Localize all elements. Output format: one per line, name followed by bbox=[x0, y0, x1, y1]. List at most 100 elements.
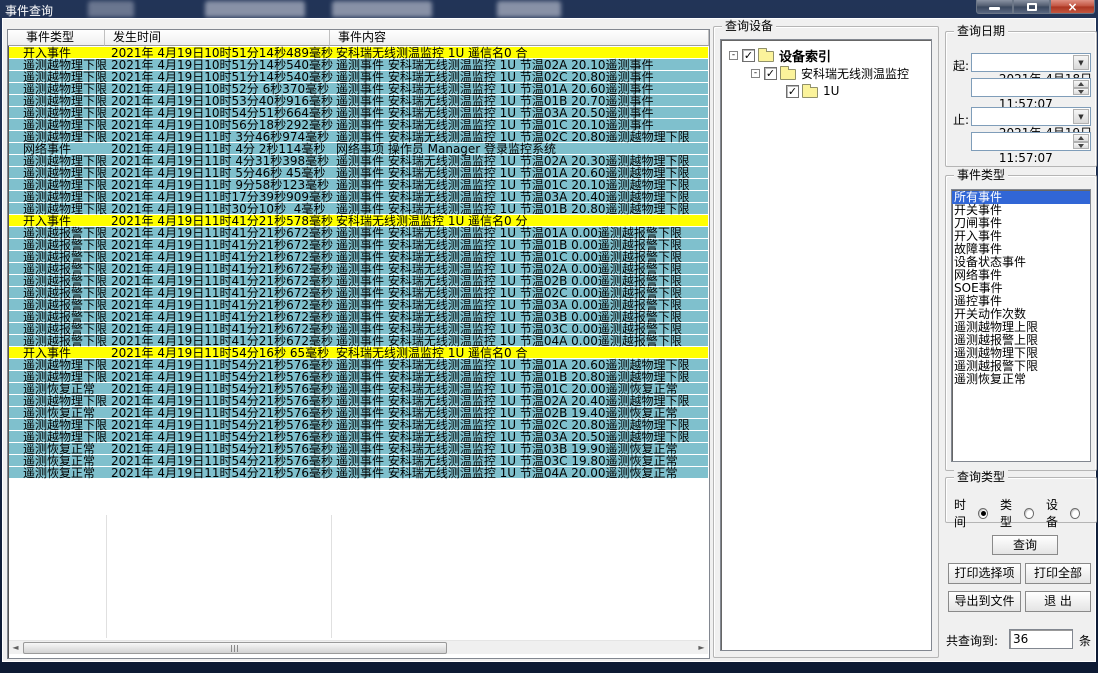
event-table-body: 开入事件 2021年 4月19日10时51分14秒489毫秒安科瑞无线测温监控 1… bbox=[9, 47, 708, 479]
query-type-panel-title: 查询类型 bbox=[954, 470, 1008, 484]
radio-label: 类型 bbox=[1000, 496, 1022, 530]
cell-event-time: 2021年 4月19日11时54分21秒576毫秒 bbox=[106, 443, 331, 454]
cell-event-type: 遥测越物理下限 bbox=[9, 179, 106, 190]
cell-event-time: 2021年 4月19日10时51分14秒489毫秒 bbox=[106, 47, 331, 58]
radio-label: 时间 bbox=[954, 496, 976, 530]
cell-event-type: 遥测越报警下限 bbox=[9, 275, 106, 286]
column-header-event-content[interactable]: 事件内容 bbox=[330, 30, 709, 46]
cell-event-content: 遥测事件 安科瑞无线测温监控 1U 节温01B 0.00遥测越报警下限 bbox=[331, 239, 708, 250]
titlebar-tab-blurred[interactable] bbox=[88, 1, 134, 17]
event-query-window: { "window": { "title": "事件查询" }, "icons"… bbox=[0, 0, 1098, 673]
cell-event-time: 2021年 4月19日11时 3分46秒974毫秒 bbox=[106, 131, 331, 142]
query-type-option[interactable]: 类型 bbox=[1000, 496, 1034, 530]
spin-up-icon[interactable] bbox=[1073, 80, 1089, 88]
radio-label: 设备 bbox=[1046, 496, 1068, 530]
scroll-left-icon[interactable]: ◄ bbox=[9, 641, 22, 655]
cell-event-time: 2021年 4月19日11时41分21秒672毫秒 bbox=[106, 287, 331, 298]
cell-event-content: 遥测事件 安科瑞无线测温监控 1U 节温04A 0.00遥测越报警下限 bbox=[331, 335, 708, 346]
cell-event-type: 遥测越物理下限 bbox=[9, 359, 106, 370]
cell-event-type: 开入事件 bbox=[9, 215, 106, 226]
cell-event-type: 遥测越报警下限 bbox=[9, 287, 106, 298]
radio-button[interactable] bbox=[1070, 508, 1080, 519]
cell-event-type: 遥测越报警下限 bbox=[9, 323, 106, 334]
cell-event-time: 2021年 4月19日11时41分21秒672毫秒 bbox=[106, 335, 331, 346]
cell-event-type: 遥测越物理下限 bbox=[9, 95, 106, 106]
table-row[interactable]: 遥测恢复正常2021年 4月19日11时54分21秒576毫秒遥测事件 安科瑞无… bbox=[9, 467, 708, 479]
cell-event-time: 2021年 4月19日10时53分40秒916毫秒 bbox=[106, 95, 331, 106]
column-header-event-time[interactable]: 发生时间 bbox=[105, 30, 330, 46]
tree-item[interactable]: -✓1U bbox=[721, 82, 931, 100]
cell-event-content: 安科瑞无线测温监控 1U 遥信名0 分 bbox=[331, 215, 708, 226]
tree-item-label: 设备索引 bbox=[779, 46, 831, 65]
cell-event-content: 遥测事件 安科瑞无线测温监控 1U 节温01C 20.10遥测越物理下限 bbox=[331, 179, 708, 190]
cell-event-type: 遥测越物理下限 bbox=[9, 59, 106, 70]
tree-item-label: 1U bbox=[823, 84, 839, 98]
event-type-panel: 事件类型 所有事件开关事件刀闸事件开入事件故障事件设备状态事件网络事件SOE事件… bbox=[945, 175, 1097, 471]
tree-item[interactable]: -✓安科瑞无线测温监控 bbox=[721, 64, 931, 82]
minimize-button[interactable] bbox=[976, 0, 1013, 14]
query-type-panel: 查询类型 时间类型设备 bbox=[945, 477, 1097, 523]
export-button[interactable]: 导出到文件 bbox=[948, 591, 1021, 612]
cell-event-content: 网络事项 操作员 Manager 登录监控系统 bbox=[331, 143, 708, 154]
maximize-icon bbox=[1027, 3, 1037, 11]
horizontal-scrollbar[interactable]: ◄ ► bbox=[9, 640, 708, 654]
column-gridline bbox=[106, 515, 107, 638]
maximize-button[interactable] bbox=[1013, 0, 1050, 14]
cell-event-content: 遥测事件 安科瑞无线测温监控 1U 节温02A 0.00遥测越报警下限 bbox=[331, 263, 708, 274]
cell-event-content: 遥测事件 安科瑞无线测温监控 1U 节温03A 20.50遥测事件 bbox=[331, 107, 708, 118]
query-type-option[interactable]: 时间 bbox=[954, 496, 988, 530]
chevron-down-icon[interactable]: ▼ bbox=[1073, 55, 1089, 70]
cell-event-content: 遥测事件 安科瑞无线测温监控 1U 节温03C 19.80遥测恢复正常 bbox=[331, 455, 708, 466]
print-selected-button[interactable]: 打印选择项 bbox=[948, 563, 1021, 584]
spin-up-icon[interactable] bbox=[1073, 134, 1089, 142]
to-date-picker[interactable]: 2021年 4月19日 ▼ bbox=[971, 107, 1091, 126]
chevron-down-icon[interactable]: ▼ bbox=[1073, 109, 1089, 124]
tree-checkbox[interactable]: ✓ bbox=[786, 85, 799, 98]
scrollbar-thumb[interactable] bbox=[23, 642, 447, 654]
to-time-spinner[interactable]: 11:57:07 bbox=[971, 132, 1091, 151]
radio-button[interactable] bbox=[978, 508, 988, 519]
cell-event-type: 遥测越物理下限 bbox=[9, 191, 106, 202]
close-button[interactable]: × bbox=[1050, 0, 1095, 14]
cell-event-type: 遥测越物理下限 bbox=[9, 131, 106, 142]
from-date-picker[interactable]: 2021年 4月18日 ▼ bbox=[971, 53, 1091, 72]
tree-collapse-icon[interactable]: - bbox=[751, 69, 760, 78]
exit-button[interactable]: 退 出 bbox=[1025, 591, 1091, 612]
print-all-button[interactable]: 打印全部 bbox=[1025, 563, 1091, 584]
tree-checkbox[interactable]: ✓ bbox=[742, 49, 755, 62]
cell-event-time: 2021年 4月19日11时 9分58秒123毫秒 bbox=[106, 179, 331, 190]
scroll-right-icon[interactable]: ► bbox=[695, 641, 708, 655]
cell-event-time: 2021年 4月19日11时41分21秒672毫秒 bbox=[106, 239, 331, 250]
date-panel: 查询日期 起: 2021年 4月18日 ▼ 11:57:07 止: 2021年 … bbox=[945, 31, 1097, 167]
result-count-field[interactable]: 36 bbox=[1009, 629, 1073, 649]
from-time-spinner[interactable]: 11:57:07 bbox=[971, 78, 1091, 97]
query-type-option[interactable]: 设备 bbox=[1046, 496, 1080, 530]
cell-event-content: 遥测事件 安科瑞无线测温监控 1U 节温02C 20.80遥测越物理下限 bbox=[331, 419, 708, 430]
cell-event-type: 遥测越物理下限 bbox=[9, 155, 106, 166]
tree-collapse-icon[interactable]: - bbox=[729, 51, 738, 60]
titlebar-tab-blurred[interactable] bbox=[332, 1, 432, 17]
tree-checkbox[interactable]: ✓ bbox=[764, 67, 777, 80]
cell-event-time: 2021年 4月19日11时41分21秒672毫秒 bbox=[106, 299, 331, 310]
event-table-header: 事件类型 发生时间 事件内容 bbox=[8, 30, 709, 46]
tree-item[interactable]: -✓ 设备索引 bbox=[721, 46, 931, 64]
event-type-list-item[interactable]: 遥测恢复正常 bbox=[952, 373, 1090, 386]
cell-event-type: 遥测恢复正常 bbox=[9, 407, 106, 418]
scrollbar-grip-icon bbox=[231, 645, 239, 652]
spin-down-icon[interactable] bbox=[1073, 88, 1089, 96]
cell-event-type: 网络事件 bbox=[9, 143, 106, 154]
cell-event-time: 2021年 4月19日11时54分21秒576毫秒 bbox=[106, 383, 331, 394]
device-panel: 查询设备 -✓设备索引-✓安科瑞无线测温监控-✓1U bbox=[713, 26, 939, 658]
cell-event-content: 遥测事件 安科瑞无线测温监控 1U 节温03A 20.40遥测越物理下限 bbox=[331, 191, 708, 202]
cell-event-time: 2021年 4月19日11时17分39秒909毫秒 bbox=[106, 191, 331, 202]
cell-event-type: 开入事件 bbox=[9, 347, 106, 358]
column-header-event-type[interactable]: 事件类型 bbox=[8, 30, 105, 46]
spin-down-icon[interactable] bbox=[1073, 142, 1089, 150]
titlebar-tab-blurred[interactable] bbox=[497, 1, 561, 17]
cell-event-time: 2021年 4月19日11时41分21秒672毫秒 bbox=[106, 227, 331, 238]
cell-event-content: 遥测事件 安科瑞无线测温监控 1U 节温01A 20.60遥测越物理下限 bbox=[331, 167, 708, 178]
cell-event-type: 遥测恢复正常 bbox=[9, 383, 106, 394]
query-button[interactable]: 查询 bbox=[992, 535, 1058, 555]
radio-button[interactable] bbox=[1024, 508, 1034, 519]
titlebar-tab-blurred[interactable] bbox=[205, 1, 305, 17]
